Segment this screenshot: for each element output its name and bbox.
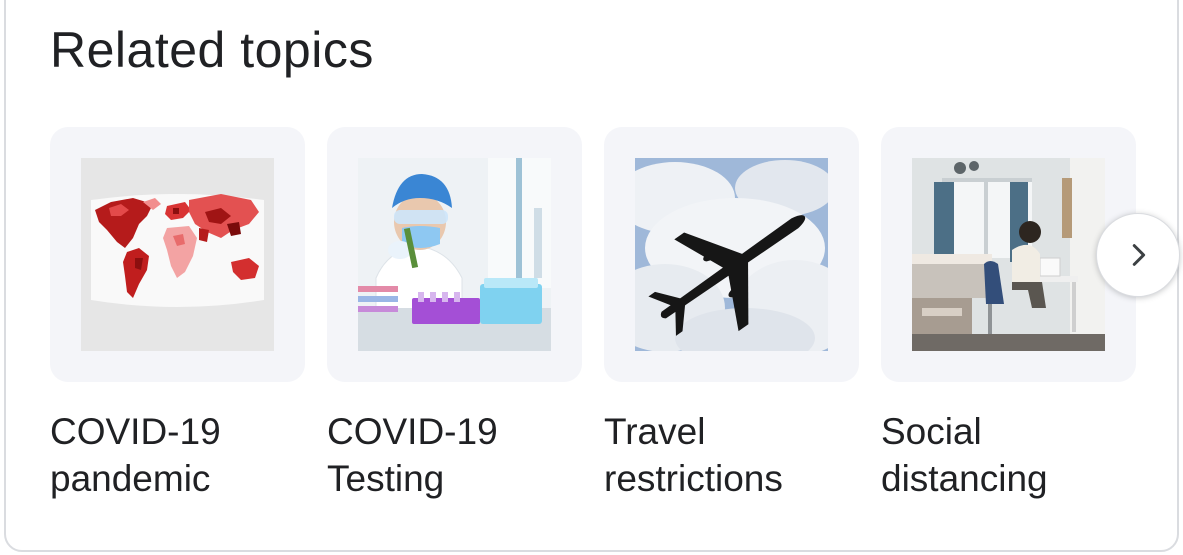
- topics-carousel: COVID-19 pandemic COVID-19 Testing Trave…: [0, 0, 1183, 555]
- topic-card-covid-testing[interactable]: COVID-19 Testing: [327, 127, 582, 507]
- carousel-next-button[interactable]: [1096, 213, 1180, 297]
- airplane-clouds-thumbnail: [635, 158, 828, 351]
- lab-technician-thumbnail: [358, 158, 551, 351]
- topic-card-travel-restrictions[interactable]: Travel restrictions: [604, 127, 859, 507]
- topic-card-covid-pandemic[interactable]: COVID-19 pandemic: [50, 127, 305, 507]
- topic-thumbnail-box: [327, 127, 582, 382]
- topic-card-social-distancing[interactable]: Social distancing: [881, 127, 1136, 507]
- topic-label: COVID-19 pandemic: [50, 411, 221, 499]
- topic-label: Social distancing: [881, 411, 1048, 499]
- topic-label: COVID-19 Testing: [327, 411, 498, 499]
- chevron-right-icon: [1132, 244, 1146, 266]
- topic-label: Travel restrictions: [604, 411, 783, 499]
- topic-thumbnail-box: [50, 127, 305, 382]
- world-map-covid-thumbnail: [81, 158, 274, 351]
- home-office-thumbnail: [912, 158, 1105, 351]
- topic-thumbnail-box: [604, 127, 859, 382]
